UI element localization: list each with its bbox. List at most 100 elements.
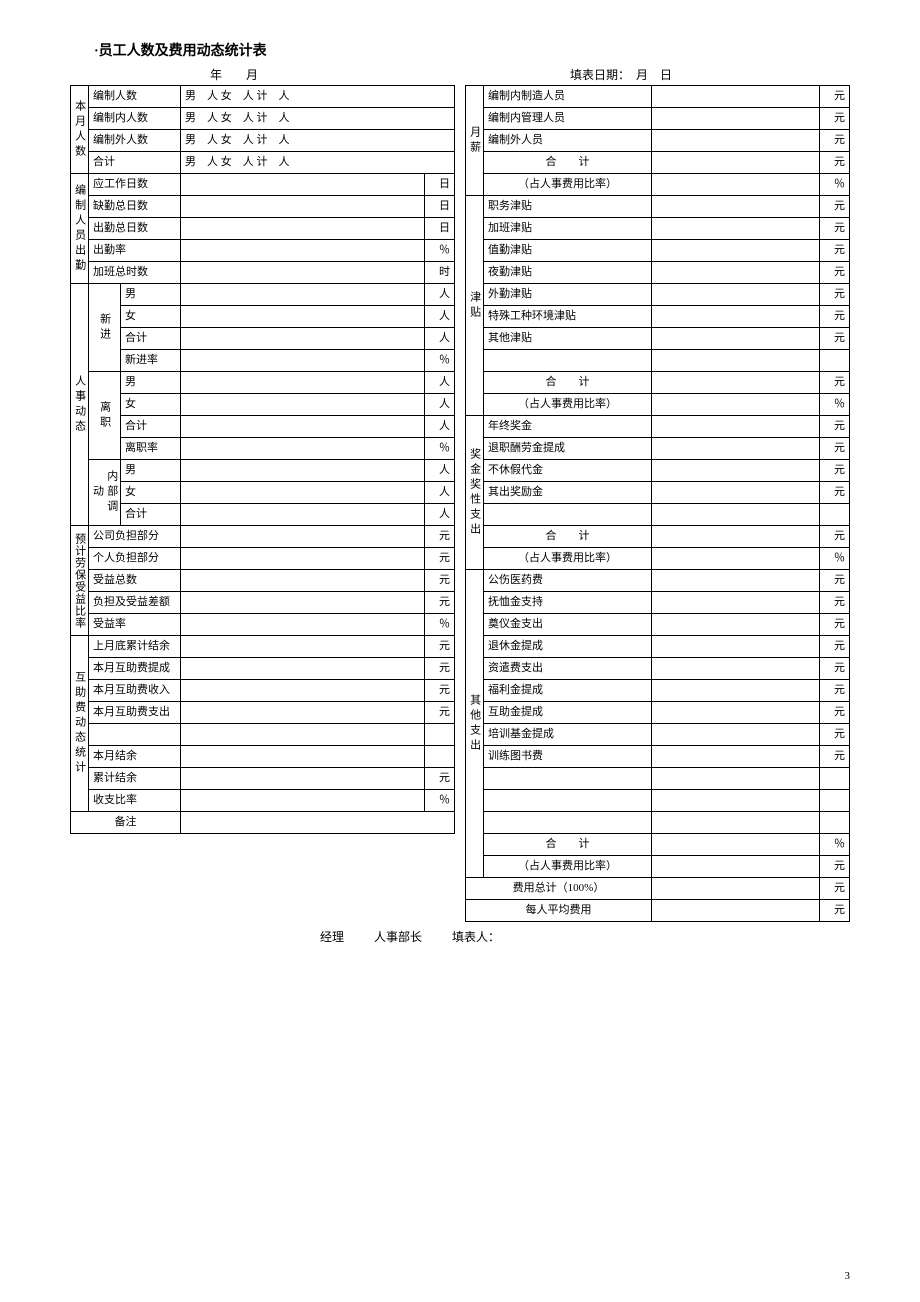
- table-row: 编制内人数 男 人 女 人 计 人: [71, 108, 455, 130]
- cell-value: [181, 702, 425, 724]
- table-row: 出勤率％: [71, 240, 455, 262]
- row-label: 出勤总日数: [89, 218, 181, 240]
- cell-unit: 元: [820, 658, 850, 680]
- table-row: 每人平均费用元: [466, 900, 850, 922]
- cell-value: [652, 768, 820, 790]
- cell-value: [652, 504, 820, 526]
- row-label: 每人平均费用: [466, 900, 652, 922]
- cell-value: [181, 724, 425, 746]
- cell-value: [181, 394, 425, 416]
- right-table: 月薪 编制内制造人员元 编制内管理人员元 编制外人员元 合 计元 （占人事费用比…: [465, 85, 850, 922]
- table-row: 其出奖励金元: [466, 482, 850, 504]
- cell-value: [181, 262, 425, 284]
- row-label: 退职酬劳金提成: [484, 438, 652, 460]
- row-label: [89, 724, 181, 746]
- table-row: 月薪 编制内制造人员元: [466, 86, 850, 108]
- cell-value: [181, 372, 425, 394]
- cell-value: [652, 482, 820, 504]
- cell-value: [652, 372, 820, 394]
- cell-unit: [820, 350, 850, 372]
- cell-unit: 元: [820, 614, 850, 636]
- row-label: 新进率: [121, 350, 181, 372]
- table-row: 其他津贴元: [466, 328, 850, 350]
- table-row: 编制外人数 男 人 女 人 计 人: [71, 130, 455, 152]
- row-label: 合 计: [484, 834, 652, 856]
- table-row: 受益率％: [71, 614, 455, 636]
- row-label: 其他津贴: [484, 328, 652, 350]
- row-label: （占人事费用比率）: [484, 856, 652, 878]
- table-row: 奖金奖性支出 年终奖金元: [466, 416, 850, 438]
- cell-unit: 元: [425, 592, 455, 614]
- row-label: 男: [121, 284, 181, 306]
- cell-unit: 元: [820, 702, 850, 724]
- row-label: 缺勤总日数: [89, 196, 181, 218]
- cell-unit: 时: [425, 262, 455, 284]
- row-label: [484, 812, 652, 834]
- table-row: 合 计元: [466, 372, 850, 394]
- row-detail: 男 人 女 人 计 人: [181, 108, 455, 130]
- cell-unit: [425, 724, 455, 746]
- cell-value: [181, 614, 425, 636]
- table-row: [466, 790, 850, 812]
- row-label: 公伤医药费: [484, 570, 652, 592]
- sub-side-label: 内部调动: [89, 460, 121, 526]
- cell-unit: 元: [820, 130, 850, 152]
- table-row: 外勤津贴元: [466, 284, 850, 306]
- remark-value: [181, 812, 455, 834]
- table-row: 本月互助费收入元: [71, 680, 455, 702]
- row-label: [484, 504, 652, 526]
- row-label: 合计: [121, 504, 181, 526]
- row-label: 值勤津贴: [484, 240, 652, 262]
- side-label: 津贴: [466, 196, 484, 416]
- cell-value: [181, 306, 425, 328]
- row-label: 职务津贴: [484, 196, 652, 218]
- header-row: 年 月 填表日期： 月 日: [70, 66, 850, 83]
- table-row: 本月人数 编制人数 男 人 女 人 计 人: [71, 86, 455, 108]
- cell-value: [181, 592, 425, 614]
- row-label: 加班津贴: [484, 218, 652, 240]
- cell-unit: 人: [425, 416, 455, 438]
- table-row: 人事动态 新进 男人: [71, 284, 455, 306]
- cell-value: [181, 350, 425, 372]
- table-row: 离职 男人: [71, 372, 455, 394]
- table-row: 编制人员出勤 应工作日数 日: [71, 174, 455, 196]
- row-label: 费用总计（100%）: [466, 878, 652, 900]
- cell-unit: [425, 746, 455, 768]
- table-row: 个人负担部分元: [71, 548, 455, 570]
- cell-value: [652, 834, 820, 856]
- side-label: 互助费动态统计: [71, 636, 89, 812]
- table-row: 女人: [71, 394, 455, 416]
- table-row: 本月互助费提成元: [71, 658, 455, 680]
- row-label: 编制内制造人员: [484, 86, 652, 108]
- table-row: [466, 812, 850, 834]
- cell-unit: 元: [425, 702, 455, 724]
- cell-value: [181, 174, 425, 196]
- footer-filler: 填表人：: [452, 930, 500, 944]
- row-label: 合计: [121, 416, 181, 438]
- side-label: 月薪: [466, 86, 484, 196]
- cell-value: [652, 262, 820, 284]
- cell-value: [652, 592, 820, 614]
- cell-value: [652, 130, 820, 152]
- sub-side-label: 新进: [89, 284, 121, 372]
- sub-side-label: 离职: [89, 372, 121, 460]
- table-row: （占人事费用比率）％: [466, 174, 850, 196]
- cell-value: [181, 482, 425, 504]
- cell-value: [652, 636, 820, 658]
- header-fill-date: 填表日期： 月 日: [460, 66, 850, 83]
- cell-unit: 元: [820, 680, 850, 702]
- cell-value: [652, 724, 820, 746]
- cell-unit: 元: [820, 262, 850, 284]
- table-row: 负担及受益差额元: [71, 592, 455, 614]
- cell-value: [181, 328, 425, 350]
- cell-unit: 元: [820, 86, 850, 108]
- cell-unit: [820, 790, 850, 812]
- document-title: ·员工人数及费用动态统计表: [70, 40, 850, 60]
- row-label: 合计: [121, 328, 181, 350]
- cell-value: [652, 284, 820, 306]
- cell-value: [652, 174, 820, 196]
- table-row: 合 计元: [466, 152, 850, 174]
- cell-unit: ％: [425, 438, 455, 460]
- row-label: 受益总数: [89, 570, 181, 592]
- side-label: 预计劳保受益比率: [71, 526, 89, 636]
